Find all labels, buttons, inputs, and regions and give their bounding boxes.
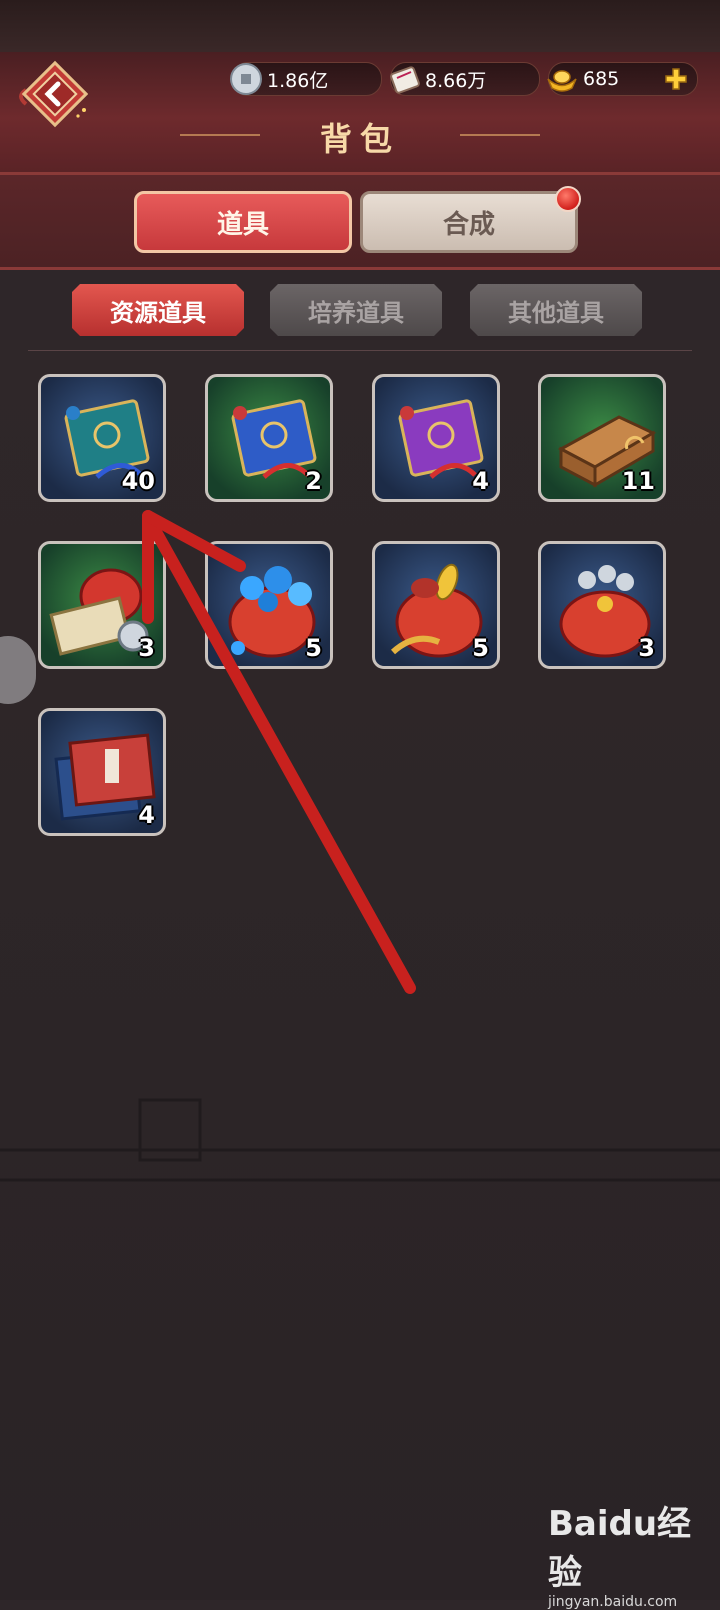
- item-slot[interactable]: 4: [38, 708, 166, 836]
- gold-ingot-icon: [547, 70, 577, 92]
- gold-amount: 685: [583, 68, 620, 90]
- item-slot[interactable]: 5: [372, 541, 500, 669]
- subtab-other-items[interactable]: 其他道具: [470, 284, 642, 336]
- item-count: 5: [305, 634, 322, 662]
- tab-synthesis[interactable]: 合成: [360, 186, 581, 253]
- subtab-label: 培养道具: [308, 297, 404, 327]
- item-count: 40: [121, 467, 155, 495]
- silver-currency: 1.86亿: [230, 62, 382, 96]
- tab-synthesis-label: 合成: [442, 209, 495, 240]
- item-count: 11: [621, 467, 655, 495]
- top-header: 1.86亿 8.66万 685 背包: [0, 52, 720, 175]
- subtab-divider: [28, 350, 692, 351]
- item-slot[interactable]: 3: [538, 541, 666, 669]
- item-count: 4: [138, 801, 155, 829]
- subtab-label: 其他道具: [508, 297, 604, 327]
- mode-tab-bar: 道具 合成: [0, 175, 720, 270]
- title-row: 背包: [0, 110, 720, 160]
- subtab-label: 资源道具: [110, 297, 206, 327]
- item-count: 3: [638, 634, 655, 662]
- item-count: 3: [138, 634, 155, 662]
- item-slot[interactable]: 40: [38, 374, 166, 502]
- item-slot[interactable]: 2: [205, 374, 333, 502]
- silver-amount: 1.86亿: [267, 69, 329, 92]
- scroll-amount: 8.66万: [425, 69, 487, 92]
- watermark-logo: Baidu经验: [548, 1504, 692, 1593]
- item-slot[interactable]: 5: [205, 541, 333, 669]
- status-bar-area: [0, 0, 720, 52]
- baidu-watermark: Baidu经验 jingyan.baidu.com: [548, 1496, 698, 1610]
- scroll-icon: [390, 66, 420, 94]
- item-count: 2: [305, 467, 322, 495]
- gold-currency: 685: [547, 62, 698, 96]
- background: [0, 340, 720, 1600]
- item-slot[interactable]: 4: [372, 374, 500, 502]
- page-title: 背包: [319, 120, 400, 158]
- item-count: 4: [472, 467, 489, 495]
- add-gold-button[interactable]: [663, 66, 689, 92]
- item-slot[interactable]: 11: [538, 374, 666, 502]
- subtab-training-items[interactable]: 培养道具: [270, 284, 442, 336]
- item-count: 5: [472, 634, 489, 662]
- silver-coin-icon: [230, 63, 262, 95]
- tab-items[interactable]: 道具: [134, 191, 352, 253]
- scroll-currency: 8.66万: [390, 62, 540, 96]
- background-scenery: [0, 1098, 720, 1182]
- item-slot[interactable]: 3: [38, 541, 166, 669]
- tab-items-label: 道具: [216, 209, 269, 240]
- watermark-url: jingyan.baidu.com: [548, 1594, 678, 1610]
- subtab-resource-items[interactable]: 资源道具: [72, 284, 244, 336]
- notification-dot: [555, 186, 581, 212]
